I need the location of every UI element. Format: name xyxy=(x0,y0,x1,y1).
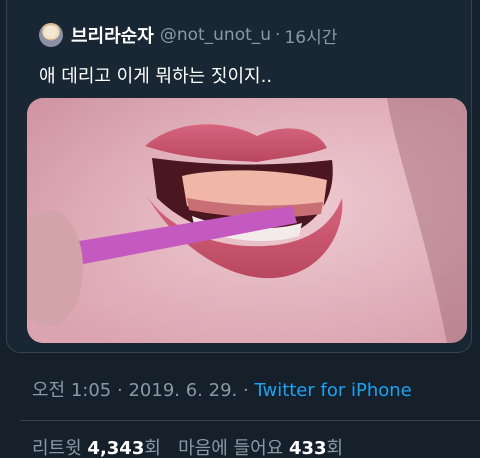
retweets-label: 리트윗 xyxy=(32,438,82,458)
quoted-tweet-card[interactable]: 브리라순자 @not_unot_u · 16시간 애 데리고 이게 뭐하는 짓이… xyxy=(6,0,472,353)
tweet-header: 브리라순자 @not_unot_u · 16시간 xyxy=(39,20,337,50)
retweets-count: 4,343 xyxy=(87,438,145,458)
tweet-date[interactable]: 2019. 6. 29. xyxy=(128,380,237,401)
engagement-stats: 리트윗 4,343회 마음에 들어요 433회 xyxy=(32,434,343,458)
meta-separator: · xyxy=(242,380,249,401)
photo-illustration xyxy=(27,98,467,343)
divider xyxy=(20,420,480,421)
likes-suffix: 회 xyxy=(326,438,344,458)
tweet-timestamp-line: 오전 1:05 · 2019. 6. 29. · Twitter for iPh… xyxy=(32,376,412,402)
tweet-source-link[interactable]: Twitter for iPhone xyxy=(254,380,411,401)
display-name[interactable]: 브리라순자 xyxy=(71,22,154,48)
tweet-time[interactable]: 오전 1:05 xyxy=(32,380,111,401)
likes-count: 433 xyxy=(288,438,327,458)
tweet-media-image[interactable] xyxy=(27,98,467,343)
separator-dot: · xyxy=(275,25,281,45)
tweet-text: 애 데리고 이게 뭐하는 짓이지.. xyxy=(39,66,273,87)
user-handle[interactable]: @not_unot_u xyxy=(160,25,271,45)
tweet-detail-screen: 브리라순자 @not_unot_u · 16시간 애 데리고 이게 뭐하는 짓이… xyxy=(0,0,480,458)
likes-stat[interactable]: 마음에 들어요 433회 xyxy=(178,438,343,458)
avatar[interactable] xyxy=(39,23,63,47)
meta-separator: · xyxy=(117,380,123,401)
likes-label: 마음에 들어요 xyxy=(178,438,284,458)
relative-time[interactable]: 16시간 xyxy=(284,23,337,48)
retweets-stat[interactable]: 리트윗 4,343회 xyxy=(32,438,167,458)
retweets-suffix: 회 xyxy=(144,438,161,458)
